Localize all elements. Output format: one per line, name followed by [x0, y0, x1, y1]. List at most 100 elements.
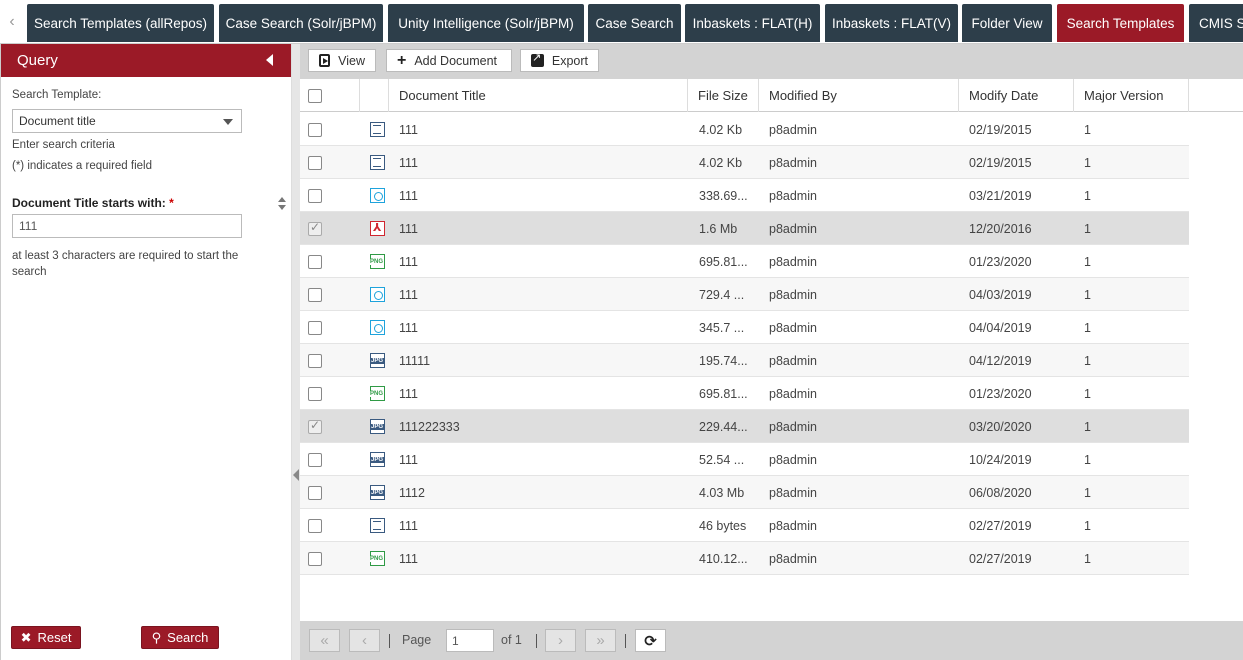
select-all-checkbox[interactable] [308, 88, 322, 103]
row-checkbox-cell [308, 179, 322, 212]
view-button[interactable]: View [308, 49, 376, 72]
tab-search-templates-allrepos[interactable]: Search Templates (allRepos) [27, 4, 214, 42]
tab-case-search-solr[interactable]: Case Search (Solr/jBPM) [219, 4, 383, 42]
select-all-cell [300, 79, 360, 112]
document-title-cell[interactable]: 111 [399, 245, 418, 278]
document-title-cell[interactable]: 111 [399, 443, 418, 476]
row-checkbox[interactable] [308, 418, 322, 434]
document-title-cell[interactable]: 111 [399, 542, 418, 575]
major-version-cell: 1 [1084, 353, 1091, 368]
document-title-cell[interactable]: 111 [399, 311, 418, 344]
file-size-cell: 695.81... [699, 254, 748, 269]
column-file-size[interactable]: File Size [688, 79, 759, 112]
document-title-cell[interactable]: 11111 [399, 344, 430, 377]
table-row[interactable]: 1112 4.03 Mb p8admin 06/08/2020 1 [300, 476, 1189, 509]
tab-folder-view[interactable]: Folder View [962, 4, 1052, 42]
row-checkbox[interactable] [308, 485, 322, 500]
modified-by-cell: p8admin [769, 353, 817, 368]
row-checkbox[interactable] [308, 386, 322, 401]
refresh-icon[interactable]: ⟳ [635, 629, 666, 652]
tab-inbaskets-flat-h[interactable]: Inbaskets : FLAT(H) [685, 4, 820, 42]
panel-splitter[interactable] [292, 44, 300, 660]
column-major-version[interactable]: Major Version [1074, 79, 1189, 112]
table-row[interactable]: 111 1.6 Mb p8admin 12/20/2016 1 [300, 212, 1189, 245]
pager-divider [536, 634, 537, 648]
column-modify-date[interactable]: Modify Date [959, 79, 1074, 112]
modify-date-cell: 03/21/2019 [969, 188, 1032, 203]
row-checkbox-cell [308, 212, 322, 245]
document-title-cell[interactable]: 111222333 [399, 410, 460, 443]
table-row[interactable]: 11111 195.74... p8admin 04/12/2019 1 [300, 344, 1189, 377]
row-checkbox[interactable] [308, 254, 322, 269]
table-row[interactable]: 111 338.69... p8admin 03/21/2019 1 [300, 179, 1189, 212]
table-row[interactable]: 111 410.12... p8admin 02/27/2019 1 [300, 542, 1189, 575]
document-title-input[interactable] [12, 214, 242, 238]
row-checkbox[interactable] [308, 155, 322, 170]
column-document-title[interactable]: Document Title [389, 79, 688, 112]
plus-icon: + [397, 51, 407, 69]
tab-search-templates[interactable]: Search Templates [1057, 4, 1184, 42]
file-size-cell: 52.54 ... [699, 452, 745, 467]
table-row[interactable]: 111 4.02 Kb p8admin 02/19/2015 1 [300, 113, 1189, 146]
row-checkbox[interactable] [308, 220, 322, 236]
table-row[interactable]: 111 695.81... p8admin 01/23/2020 1 [300, 245, 1189, 278]
table-row[interactable]: 111222333 229.44... p8admin 03/20/2020 1 [300, 410, 1189, 443]
document-title-cell[interactable]: 111 [399, 146, 418, 179]
search-button[interactable]: ⚲ Search [141, 626, 219, 649]
document-title-cell[interactable]: 111 [399, 212, 418, 245]
sort-spin-icon[interactable] [277, 197, 287, 211]
document-title-cell[interactable]: 111 [399, 179, 418, 212]
pagination-bar: « ‹ Page of 1 › » ⟳ [300, 621, 1243, 660]
row-checkbox-cell [308, 344, 322, 377]
add-document-button[interactable]: + Add Document [386, 49, 512, 72]
file-size-cell: 338.69... [699, 188, 748, 203]
row-checkbox[interactable] [308, 122, 322, 137]
column-modified-by[interactable]: Modified By [759, 79, 959, 112]
document-title-cell[interactable]: 111 [399, 113, 418, 146]
row-checkbox[interactable] [308, 551, 322, 566]
grid-body: 111 4.02 Kb p8admin 02/19/2015 1 111 4.02 Kb p8… [300, 113, 1189, 575]
page-label: Page [402, 633, 432, 647]
major-version-cell: 1 [1084, 155, 1091, 170]
row-checkbox[interactable] [308, 188, 322, 203]
collapse-panel-icon[interactable] [266, 54, 273, 66]
modify-date-cell: 12/20/2016 [969, 221, 1032, 236]
tab-inbaskets-flat-v[interactable]: Inbaskets : FLAT(V) [825, 4, 958, 42]
document-title-cell[interactable]: 111 [399, 377, 418, 410]
reset-button[interactable]: ✖ Reset [11, 626, 81, 649]
search-template-select[interactable]: Document title [12, 109, 242, 133]
document-title-cell[interactable]: 111 [399, 509, 418, 542]
last-page-icon[interactable]: » [585, 629, 616, 652]
next-page-icon[interactable]: › [545, 629, 576, 652]
page-number-input[interactable] [446, 629, 494, 652]
file-type-cell [370, 542, 385, 575]
file-size-cell: 695.81... [699, 386, 748, 401]
table-row[interactable]: 111 345.7 ... p8admin 04/04/2019 1 [300, 311, 1189, 344]
row-checkbox-cell [308, 146, 322, 179]
tab-case-search[interactable]: Case Search [588, 4, 681, 42]
table-row[interactable]: 111 729.4 ... p8admin 04/03/2019 1 [300, 278, 1189, 311]
tab-unity-intelligence[interactable]: Unity Intelligence (Solr/jBPM) [388, 4, 584, 42]
row-checkbox[interactable] [308, 320, 322, 335]
tab-scroll-left-icon[interactable]: ‹ [0, 4, 24, 40]
row-checkbox[interactable] [308, 518, 322, 533]
file-type-cell [370, 410, 385, 443]
query-title: Query [17, 52, 58, 69]
collapse-left-icon[interactable] [293, 469, 299, 481]
row-checkbox[interactable] [308, 287, 322, 302]
first-page-icon[interactable]: « [309, 629, 340, 652]
tab-cmis-search[interactable]: CMIS Se [1189, 4, 1243, 42]
previous-page-icon[interactable]: ‹ [349, 629, 380, 652]
row-checkbox[interactable] [308, 353, 322, 368]
table-row[interactable]: 111 52.54 ... p8admin 10/24/2019 1 [300, 443, 1189, 476]
document-title-cell[interactable]: 1112 [399, 476, 425, 509]
modify-date-cell: 02/19/2015 [969, 122, 1032, 137]
document-title-cell[interactable]: 111 [399, 278, 418, 311]
table-row[interactable]: 111 46 bytes p8admin 02/27/2019 1 [300, 509, 1189, 542]
row-checkbox[interactable] [308, 452, 322, 467]
export-button[interactable]: Export [520, 49, 599, 72]
table-row[interactable]: 111 695.81... p8admin 01/23/2020 1 [300, 377, 1189, 410]
table-row[interactable]: 111 4.02 Kb p8admin 02/19/2015 1 [300, 146, 1189, 179]
file-type-cell [370, 146, 385, 179]
file-type-cell [370, 311, 385, 344]
